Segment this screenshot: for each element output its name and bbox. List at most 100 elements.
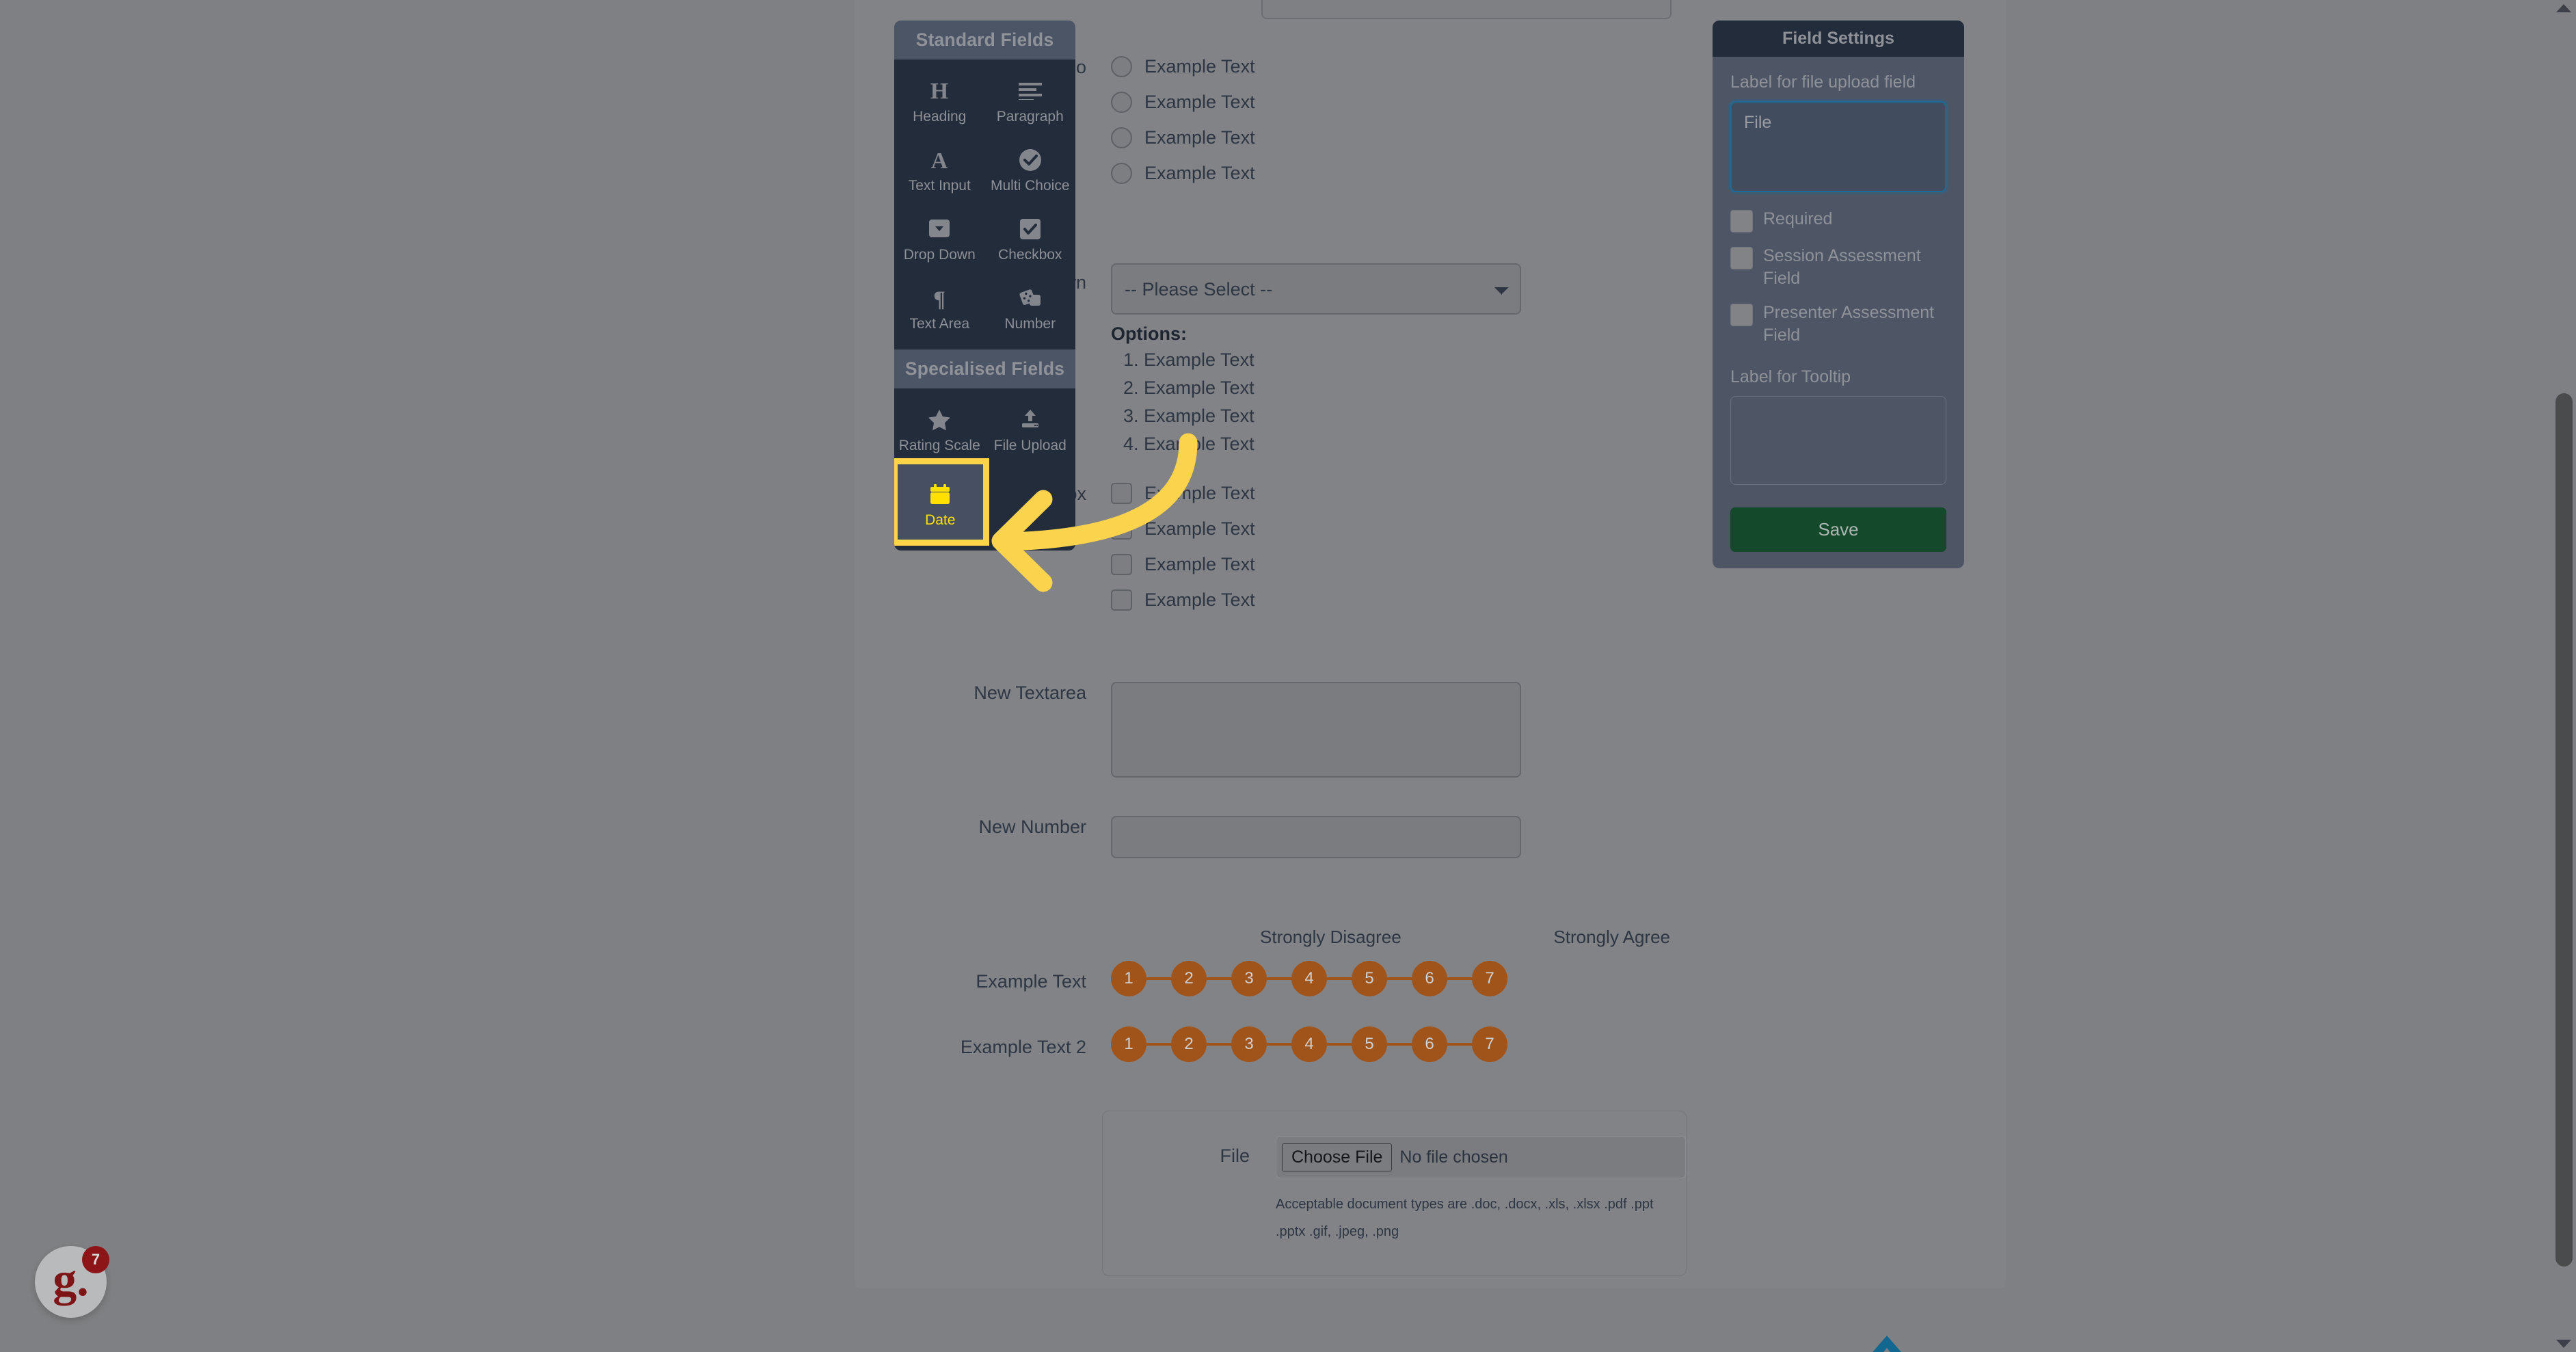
rating-connector (1447, 1043, 1472, 1046)
rating-point[interactable]: 3 (1231, 1026, 1267, 1062)
palette-label-paragraph: Paragraph (996, 109, 1064, 124)
rating-connector (1267, 977, 1291, 980)
palette-label-multi-choice: Multi Choice (990, 178, 1070, 194)
file-field: Choose File No file chosen Acceptable do… (1276, 1136, 1686, 1245)
checkbox-option-label: Example Text (1144, 483, 1255, 503)
checkbox-box[interactable] (1111, 554, 1132, 575)
radio-option[interactable]: Example Text (1111, 56, 1521, 77)
required-checkbox[interactable] (1730, 210, 1753, 233)
help-chat-widget[interactable]: g. 7 (35, 1246, 109, 1318)
palette-item-rating-scale[interactable]: Rating Scale (894, 393, 985, 462)
file-upload-row: File Choose File No file chosen Acceptab… (1103, 1136, 1686, 1245)
palette-item-text-input[interactable]: A Text Input (894, 133, 985, 202)
presenter-assessment-checkbox[interactable] (1730, 304, 1753, 326)
form-row-number: New Number (855, 816, 2006, 858)
radio-option-label: Example Text (1144, 92, 1255, 112)
rating-connector (1207, 1043, 1231, 1046)
rating-point[interactable]: 6 (1412, 961, 1447, 996)
save-button[interactable]: Save (1730, 507, 1946, 552)
rating-scale-row: 1 2 3 4 5 6 7 (1111, 1026, 1521, 1062)
rating-connector (1327, 977, 1352, 980)
scroll-down-arrow-icon[interactable] (2556, 1340, 2571, 1348)
radio-option[interactable]: Example Text (1111, 127, 1521, 148)
palette-item-heading[interactable]: H Heading (894, 64, 985, 133)
palette-item-file-upload[interactable]: File Upload (985, 393, 1076, 462)
rating-point[interactable]: 1 (1111, 1026, 1146, 1062)
checkbox-box[interactable] (1111, 589, 1132, 611)
checkbox-box[interactable] (1111, 483, 1132, 504)
radio-option[interactable]: Example Text (1111, 163, 1521, 184)
rating-connector (1387, 1043, 1412, 1046)
dropdown-option-item: Example Text (1144, 349, 1521, 371)
rating-scale-2: 1 2 3 4 5 6 7 (1111, 1026, 1521, 1062)
file-input-wrapper[interactable]: Choose File No file chosen (1276, 1136, 1686, 1178)
rating-point[interactable]: 4 (1291, 1026, 1327, 1062)
palette-item-date[interactable]: Date (894, 458, 989, 546)
presenter-assessment-checkbox-row[interactable]: Presenter Assessment Field (1730, 302, 1946, 346)
file-status-text: No file chosen (1399, 1147, 1508, 1167)
rating-point[interactable]: 5 (1352, 961, 1387, 996)
radio-button[interactable] (1111, 163, 1132, 184)
field-settings-title: Field Settings (1713, 21, 1964, 57)
dropdown-select[interactable]: -- Please Select -- (1111, 263, 1521, 315)
checkbox-option[interactable]: Example Text (1111, 518, 1521, 540)
checkbox-option[interactable]: Example Text (1111, 589, 1521, 611)
rating-point[interactable]: 6 (1412, 1026, 1447, 1062)
rating-point[interactable]: 7 (1472, 1026, 1507, 1062)
checkbox-option-label: Example Text (1144, 518, 1255, 539)
checkbox-icon (1019, 215, 1041, 243)
checkbox-box[interactable] (1111, 518, 1132, 540)
back-to-top-button[interactable] (1866, 1331, 1907, 1352)
radio-button[interactable] (1111, 56, 1132, 77)
radio-button[interactable] (1111, 92, 1132, 113)
radio-option[interactable]: Example Text (1111, 92, 1521, 113)
checkbox-option[interactable]: Example Text (1111, 483, 1521, 504)
checkbox-option[interactable]: Example Text (1111, 554, 1521, 575)
checkbox-option-label: Example Text (1144, 554, 1255, 574)
palette-item-text-area[interactable]: ¶ Text Area (894, 271, 985, 340)
rating-row-label: Example Text 2 (960, 1037, 1086, 1057)
upload-label-caption: Label for file upload field (1730, 72, 1916, 92)
palette-item-multi-choice[interactable]: Multi Choice (985, 133, 1076, 202)
rating-point[interactable]: 2 (1171, 961, 1207, 996)
radio-button[interactable] (1111, 127, 1132, 148)
session-assessment-checkbox-row[interactable]: Session Assessment Field (1730, 245, 1946, 289)
palette-item-paragraph[interactable]: Paragraph (985, 64, 1076, 133)
session-assessment-checkbox-label: Session Assessment Field (1763, 246, 1921, 288)
tooltip-label-input[interactable] (1730, 396, 1946, 485)
upload-label-input[interactable] (1730, 101, 1946, 192)
palette-label-rating-scale: Rating Scale (898, 438, 980, 454)
page-scrollbar-thumb[interactable] (2555, 393, 2573, 1267)
rating-connector (1327, 1043, 1352, 1046)
palette-label-heading: Heading (913, 109, 967, 124)
number-input[interactable] (1111, 816, 1521, 858)
required-checkbox-row[interactable]: Required (1730, 208, 1946, 233)
specialised-fields-header: Specialised Fields (894, 349, 1075, 389)
rating-point[interactable]: 7 (1472, 961, 1507, 996)
star-icon (928, 406, 951, 434)
scroll-up-arrow-icon[interactable] (2556, 4, 2571, 12)
chat-unread-badge: 7 (82, 1246, 109, 1273)
palette-label-checkbox: Checkbox (998, 247, 1062, 263)
field-settings-panel: Field Settings Label for file upload fie… (1713, 21, 1964, 568)
upload-icon (1019, 406, 1041, 434)
rating-point[interactable]: 2 (1171, 1026, 1207, 1062)
textarea-input[interactable] (1111, 682, 1521, 778)
heading-icon: H (929, 77, 950, 105)
palette-label-text-area: Text Area (909, 316, 970, 332)
paragraph-icon (1018, 77, 1042, 105)
palette-item-checkbox[interactable]: Checkbox (985, 202, 1076, 271)
rating-point[interactable]: 3 (1231, 961, 1267, 996)
rating-point[interactable]: 4 (1291, 961, 1327, 996)
session-assessment-checkbox[interactable] (1730, 247, 1753, 269)
choose-file-button[interactable]: Choose File (1282, 1143, 1393, 1171)
palette-item-number[interactable]: Number (985, 271, 1076, 340)
partial-top-input[interactable] (1261, 0, 1672, 19)
rating-left-anchor: Strongly Disagree (1260, 927, 1401, 947)
number-field-label: New Number (978, 817, 1086, 837)
dropdown-option-item: Example Text (1144, 434, 1521, 455)
radio-options: Example Text Example Text Example Text E… (1111, 56, 1521, 198)
rating-point[interactable]: 1 (1111, 961, 1146, 996)
palette-item-drop-down[interactable]: Drop Down (894, 202, 985, 271)
rating-point[interactable]: 5 (1352, 1026, 1387, 1062)
